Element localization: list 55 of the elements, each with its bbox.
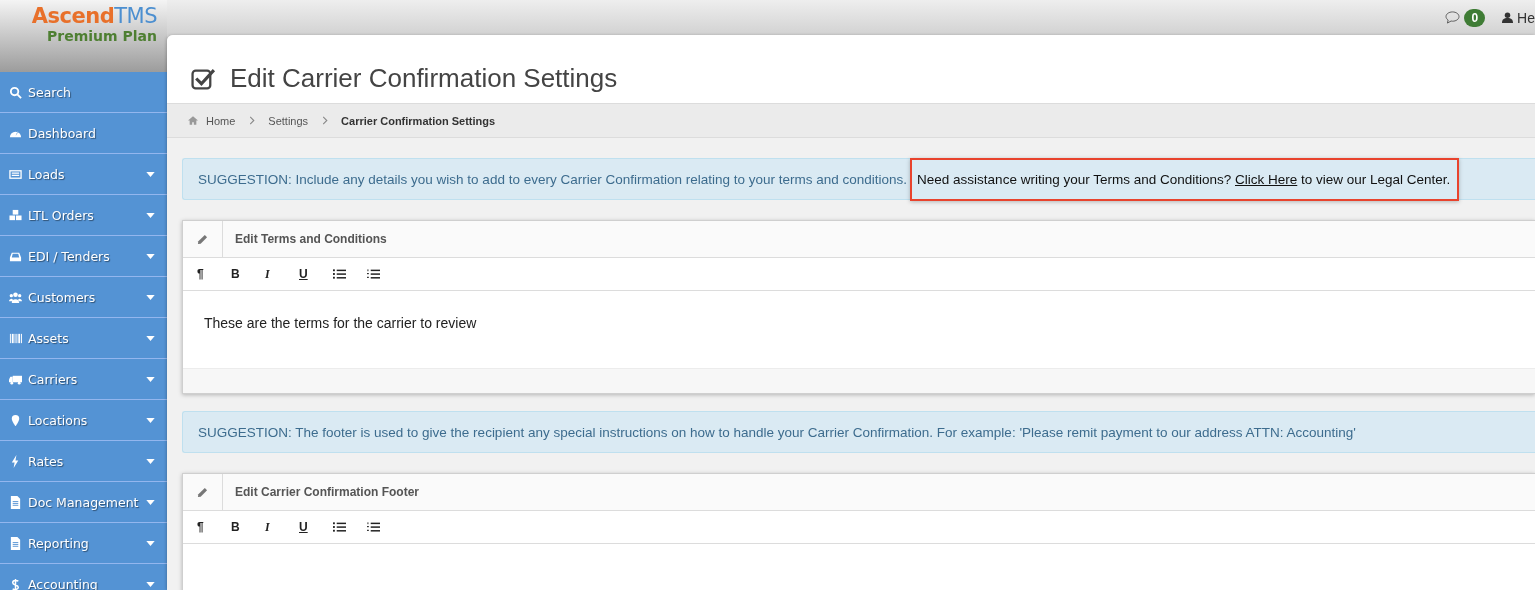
- map-pin-icon: [9, 413, 22, 427]
- bulleted-list-icon[interactable]: [333, 269, 346, 279]
- suggestion-text: SUGGESTION: Include any details you wish to add to every Carrier Confirmation relating to your terms and conditions.: [198, 171, 908, 187]
- sidebar-item-label: Loads: [28, 166, 66, 182]
- bold-button[interactable]: B: [231, 267, 265, 281]
- legal-center-callout: Need assistance writing your Terms and Conditions? Click Here to view our Legal Center.: [910, 157, 1460, 201]
- click-here-link[interactable]: Click Here: [1235, 171, 1298, 187]
- home-icon: [188, 116, 198, 125]
- sidebar-item-label: Locations: [28, 412, 89, 428]
- sidebar-item-label: LTL Orders: [28, 207, 95, 223]
- bold-button[interactable]: B: [231, 520, 265, 534]
- chevron-icon: [249, 116, 256, 125]
- user-name[interactable]: He: [1517, 9, 1535, 26]
- italic-button[interactable]: I: [265, 266, 299, 282]
- underline-button[interactable]: U: [299, 267, 333, 281]
- numbered-list-icon[interactable]: [367, 522, 380, 532]
- pencil-icon: [197, 233, 208, 245]
- barcode-icon: [9, 331, 22, 345]
- editor-content: These are the terms for the carrier to review: [204, 315, 477, 331]
- boxes-icon: [9, 208, 22, 222]
- chevron-icon: [322, 116, 329, 125]
- dollar-icon: [9, 577, 22, 590]
- editor-title: Edit Terms and Conditions: [235, 232, 387, 246]
- sidebar-item-label: Assets: [28, 330, 70, 346]
- sidebar-item-label: EDI / Tenders: [28, 248, 111, 264]
- bulleted-list-icon[interactable]: [333, 522, 346, 532]
- document-icon: [9, 536, 22, 550]
- sidebar-item-label: Dashboard: [28, 125, 97, 141]
- document-icon: [9, 495, 22, 509]
- brand-logo: AscendTMS: [31, 4, 157, 28]
- underline-button[interactable]: U: [299, 520, 333, 534]
- people-icon: [9, 290, 22, 304]
- list-card-icon: [9, 167, 22, 181]
- breadcrumb-link[interactable]: Home: [206, 114, 236, 127]
- breadcrumb-link[interactable]: Settings: [268, 114, 309, 127]
- pencil-icon: [197, 486, 208, 498]
- sidebar-item-label: Reporting: [28, 535, 90, 551]
- sidebar-item-label: Customers: [28, 289, 97, 305]
- user-icon: [1502, 12, 1514, 23]
- plan-label: Premium Plan: [47, 28, 157, 44]
- numbered-list-icon[interactable]: [367, 269, 380, 279]
- page-title: Edit Carrier Confirmation Settings: [230, 62, 618, 94]
- paragraph-button[interactable]: ¶: [197, 267, 231, 281]
- italic-button[interactable]: I: [265, 519, 299, 535]
- sidebar-item-label: Rates: [28, 453, 65, 469]
- sidebar-item-label: Search: [28, 84, 72, 100]
- sidebar-item-label: Doc Management: [28, 494, 140, 510]
- checked-box-icon: [191, 66, 216, 90]
- editor-title: Edit Carrier Confirmation Footer: [235, 485, 419, 499]
- sidebar-item-label: Carriers: [28, 371, 79, 387]
- paragraph-button[interactable]: ¶: [197, 520, 231, 534]
- search-icon: [9, 85, 22, 99]
- speech-bubble-icon[interactable]: [1445, 11, 1461, 24]
- message-count-badge: 0: [1464, 8, 1486, 27]
- suggestion-text: SUGGESTION: The footer is used to give the recipient any special instructions on how to handle your Carrier Confirmation. For example: 'Please remit payment to our address ATTN: Accounting': [198, 424, 1356, 440]
